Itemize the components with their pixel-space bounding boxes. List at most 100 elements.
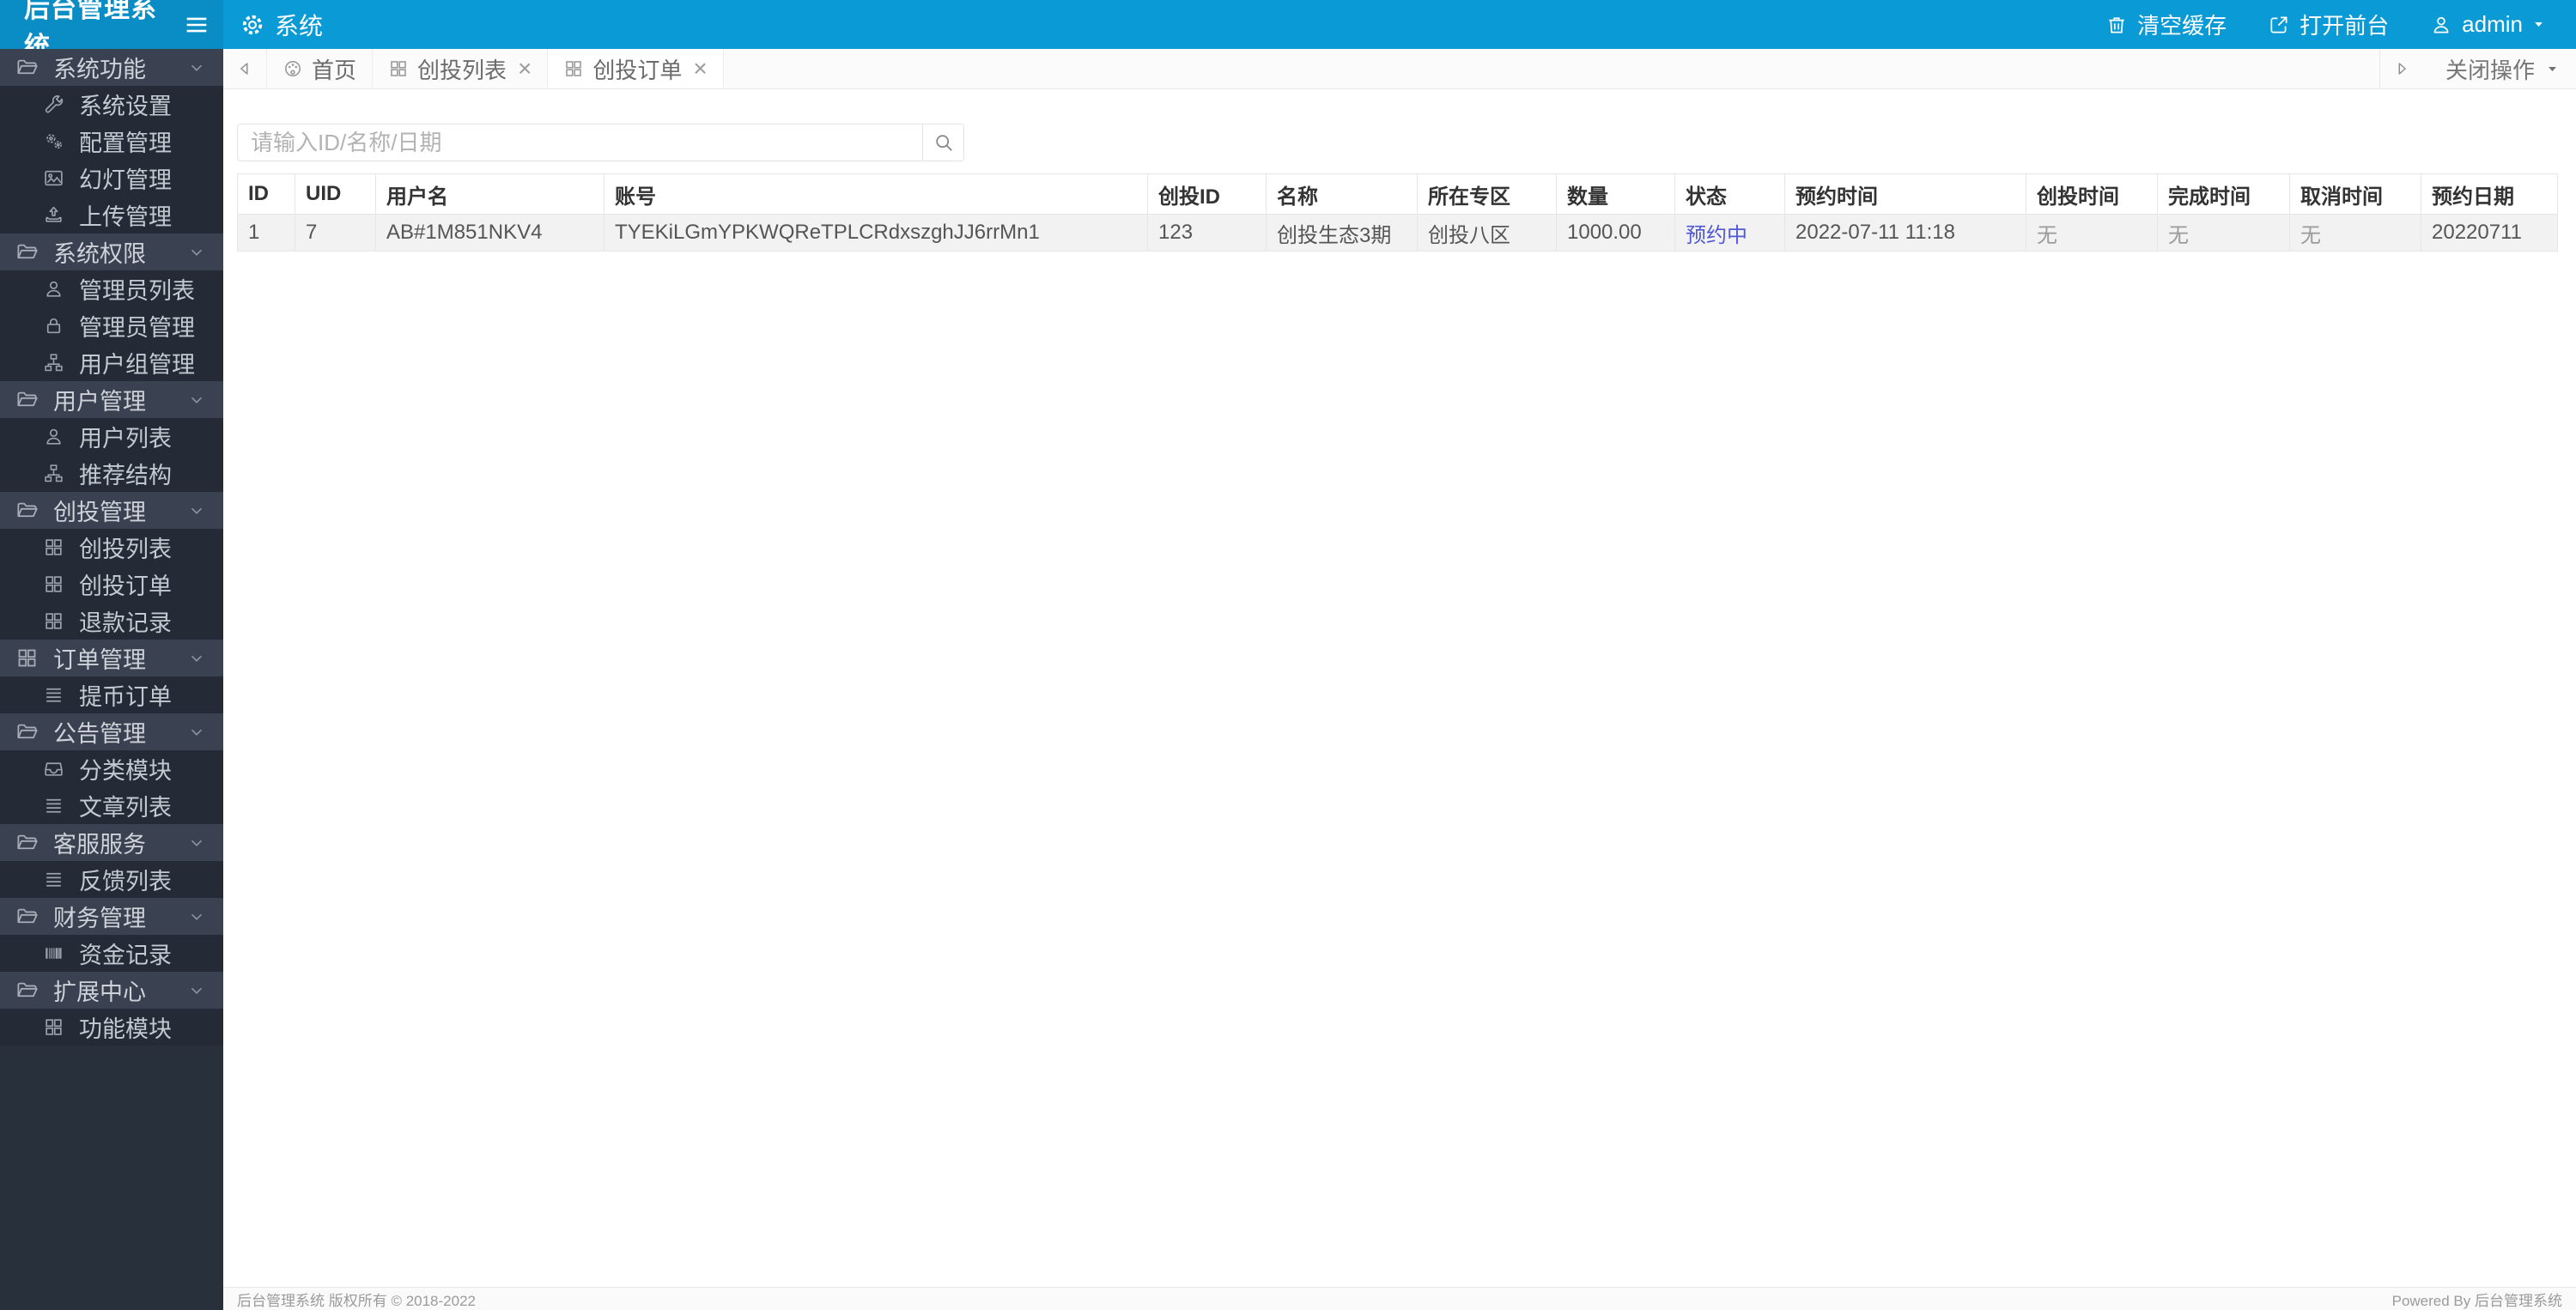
action-label: admin	[2462, 11, 2523, 37]
sidebar: 后台管理系统 系统功能 系统设置配置管理幻灯管理 上传管理系统权限管理员列表管理员管…	[0, 0, 223, 1310]
header-actions: 清空缓存 打开前台 admin	[2085, 0, 2576, 49]
chevron-down-icon	[187, 58, 206, 77]
list-icon	[43, 869, 64, 890]
sidebar-item[interactable]: 提币订单	[0, 676, 223, 713]
sidebar-group-label: 系统权限	[53, 241, 146, 267]
sidebar-group[interactable]: 客服服务	[0, 824, 223, 861]
system-menu-item[interactable]: 系统	[223, 0, 340, 49]
sidebar-item[interactable]: 上传管理	[0, 197, 223, 233]
sidebar-group[interactable]: 创投管理	[0, 492, 223, 529]
sidebar-item-label: 文章列表	[79, 795, 172, 821]
table-header-row: ID UID 用户名 账号 创投ID 名称 所在专区 数量 状态 预约时间 创投时间 完成时间 取消时间…	[237, 173, 2558, 215]
open-frontend-button[interactable]: 打开前台	[2247, 0, 2409, 49]
sidebar-item[interactable]: 功能模块	[0, 1009, 223, 1046]
chevron-down-icon	[187, 723, 206, 742]
tab-label: 创投订单	[592, 57, 683, 83]
sidebar-item[interactable]: 管理员管理	[0, 307, 223, 344]
sidebar-group[interactable]: 扩展中心	[0, 972, 223, 1009]
sidebar-item-label: 用户列表	[79, 426, 172, 452]
sidebar-item[interactable]: 文章列表	[0, 787, 223, 824]
sidebar-item-label: 分类模块	[79, 758, 172, 784]
copyright-text: 后台管理系统 版权所有 © 2018-2022	[237, 1292, 476, 1309]
arrow-right-icon	[2392, 59, 2411, 78]
sidebar-item-label: 功能模块	[79, 1016, 172, 1042]
lock-icon	[43, 315, 64, 337]
tab-list: 首页 创投列表 × 创投订单 ×	[266, 49, 724, 88]
chevron-down-icon	[187, 501, 206, 520]
clear-cache-button[interactable]: 清空缓存	[2085, 0, 2247, 49]
table-cell: 创投八区	[1417, 214, 1557, 252]
close-icon[interactable]: ×	[518, 57, 532, 81]
sidebar-item[interactable]: 系统设置	[0, 86, 223, 123]
barcode-icon	[43, 943, 64, 964]
gear-icon	[240, 13, 264, 37]
chevron-down-icon	[187, 243, 206, 262]
search-button[interactable]	[923, 124, 964, 161]
column-header: 预约日期	[2421, 173, 2558, 215]
logo-bar: 后台管理系统	[0, 0, 223, 61]
top-header: 系统 清空缓存 打开前台 admin	[223, 0, 2576, 49]
sidebar-item[interactable]: 幻灯管理	[0, 160, 223, 197]
grid-icon	[388, 58, 409, 79]
grid-icon	[15, 646, 39, 670]
tabs-scroll-left-button[interactable]	[223, 49, 266, 88]
powered-by-text: Powered By 后台管理系统	[2391, 1292, 2562, 1309]
column-header: 账号	[604, 173, 1148, 215]
sidebar-item[interactable]: 创投列表	[0, 529, 223, 566]
sidebar-group-label: 创投管理	[53, 500, 146, 525]
folder-icon	[15, 905, 39, 928]
sidebar-group[interactable]: 系统功能	[0, 49, 223, 86]
sidebar-item[interactable]: 创投订单	[0, 566, 223, 603]
search-icon	[933, 131, 955, 154]
user-icon	[2430, 14, 2452, 36]
search-input[interactable]	[237, 124, 923, 161]
close-operations-dropdown[interactable]: 关闭操作	[2423, 49, 2576, 88]
column-header: 名称	[1266, 173, 1418, 215]
sidebar-menu: 系统功能 系统设置 配置管理 幻灯管理 上传管理 系统权限 管理员列表 管理员管理 用户组管理用…	[0, 49, 223, 1046]
chevron-down-icon	[187, 981, 206, 1000]
table-cell: 无	[2289, 214, 2421, 252]
table-cell: 创投生态3期	[1266, 214, 1418, 252]
sidebar-group-label: 财务管理	[53, 906, 146, 931]
folder-icon	[15, 499, 39, 522]
sidebar-group[interactable]: 订单管理	[0, 640, 223, 676]
sidebar-item-label: 配置管理	[79, 130, 172, 156]
sidebar-group[interactable]: 系统权限	[0, 233, 223, 270]
sidebar-item[interactable]: 管理员列表	[0, 270, 223, 307]
sidebar-group-label: 扩展中心	[53, 979, 146, 1005]
sidebar-item[interactable]: 用户列表	[0, 418, 223, 455]
hamburger-icon[interactable]	[182, 10, 211, 39]
tab[interactable]: 首页	[267, 49, 374, 88]
sidebar-item-label: 管理员管理	[79, 315, 195, 341]
sidebar-group[interactable]: 公告管理	[0, 713, 223, 750]
tabs-scroll-right-button[interactable]	[2380, 49, 2423, 88]
sidebar-item[interactable]: 资金记录	[0, 935, 223, 972]
sidebar-group[interactable]: 财务管理	[0, 898, 223, 935]
user-menu[interactable]: admin	[2409, 0, 2566, 49]
table-cell: 7	[295, 214, 376, 252]
main-content: IDUID用户名账号创投ID名称所在专区数量状态预约时间创投时间完成时间取消时间…	[223, 89, 2576, 1288]
sidebar-item[interactable]: 反馈列表	[0, 861, 223, 898]
sidebar-item-label: 管理员列表	[79, 278, 195, 304]
column-header: 完成时间	[2157, 173, 2290, 215]
sidebar-item[interactable]: 配置管理	[0, 123, 223, 160]
arrow-left-icon	[235, 59, 254, 78]
sidebar-item[interactable]: 退款记录	[0, 603, 223, 640]
action-label: 打开前台	[2300, 13, 2390, 39]
sidebar-item-label: 推荐结构	[79, 463, 172, 488]
close-icon[interactable]: ×	[693, 57, 707, 81]
grid-icon	[563, 58, 584, 79]
sidebar-item-label: 提币订单	[79, 684, 172, 710]
folder-icon	[15, 720, 39, 743]
sidebar-item[interactable]: 分类模块	[0, 750, 223, 787]
sidebar-item[interactable]: 推荐结构	[0, 455, 223, 492]
tab[interactable]: 创投订单 ×	[548, 49, 724, 88]
table-cell[interactable]: 预约中	[1674, 214, 1785, 252]
sidebar-group[interactable]: 用户管理	[0, 381, 223, 418]
tab[interactable]: 创投列表 ×	[373, 49, 549, 88]
column-header: 用户名	[375, 173, 605, 215]
sidebar-item[interactable]: 用户组管理	[0, 344, 223, 381]
inbox-icon	[43, 758, 64, 779]
folder-icon	[15, 979, 39, 1002]
user-icon	[43, 278, 64, 300]
